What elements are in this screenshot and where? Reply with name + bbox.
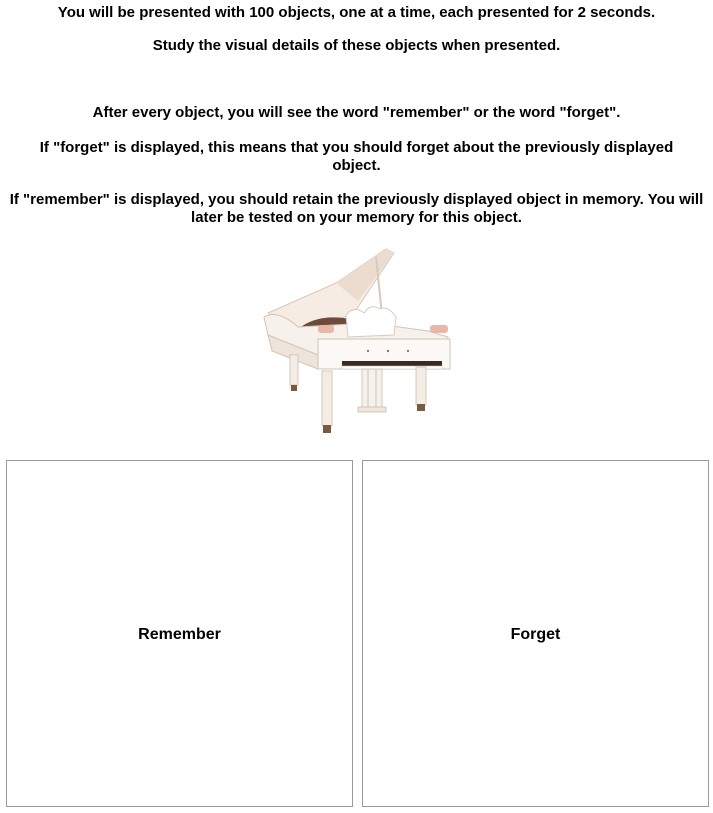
instruction-forget: If "forget" is displayed, this means tha… xyxy=(39,139,674,174)
instruction-study: Study the visual details of these object… xyxy=(152,37,561,54)
instruction-remember: If "remember" is displayed, you should r… xyxy=(9,191,704,226)
stimulus-image xyxy=(258,243,458,439)
forget-label: Forget xyxy=(510,625,561,643)
remember-label: Remember xyxy=(138,625,221,643)
instruction-cue-words: After every object, you will see the wor… xyxy=(92,104,621,121)
grand-piano-icon xyxy=(263,248,451,433)
forget-button[interactable]: Forget xyxy=(362,460,709,807)
remember-button[interactable]: Remember xyxy=(6,460,353,807)
instruction-presentation: You will be presented with 100 objects, … xyxy=(57,4,656,21)
